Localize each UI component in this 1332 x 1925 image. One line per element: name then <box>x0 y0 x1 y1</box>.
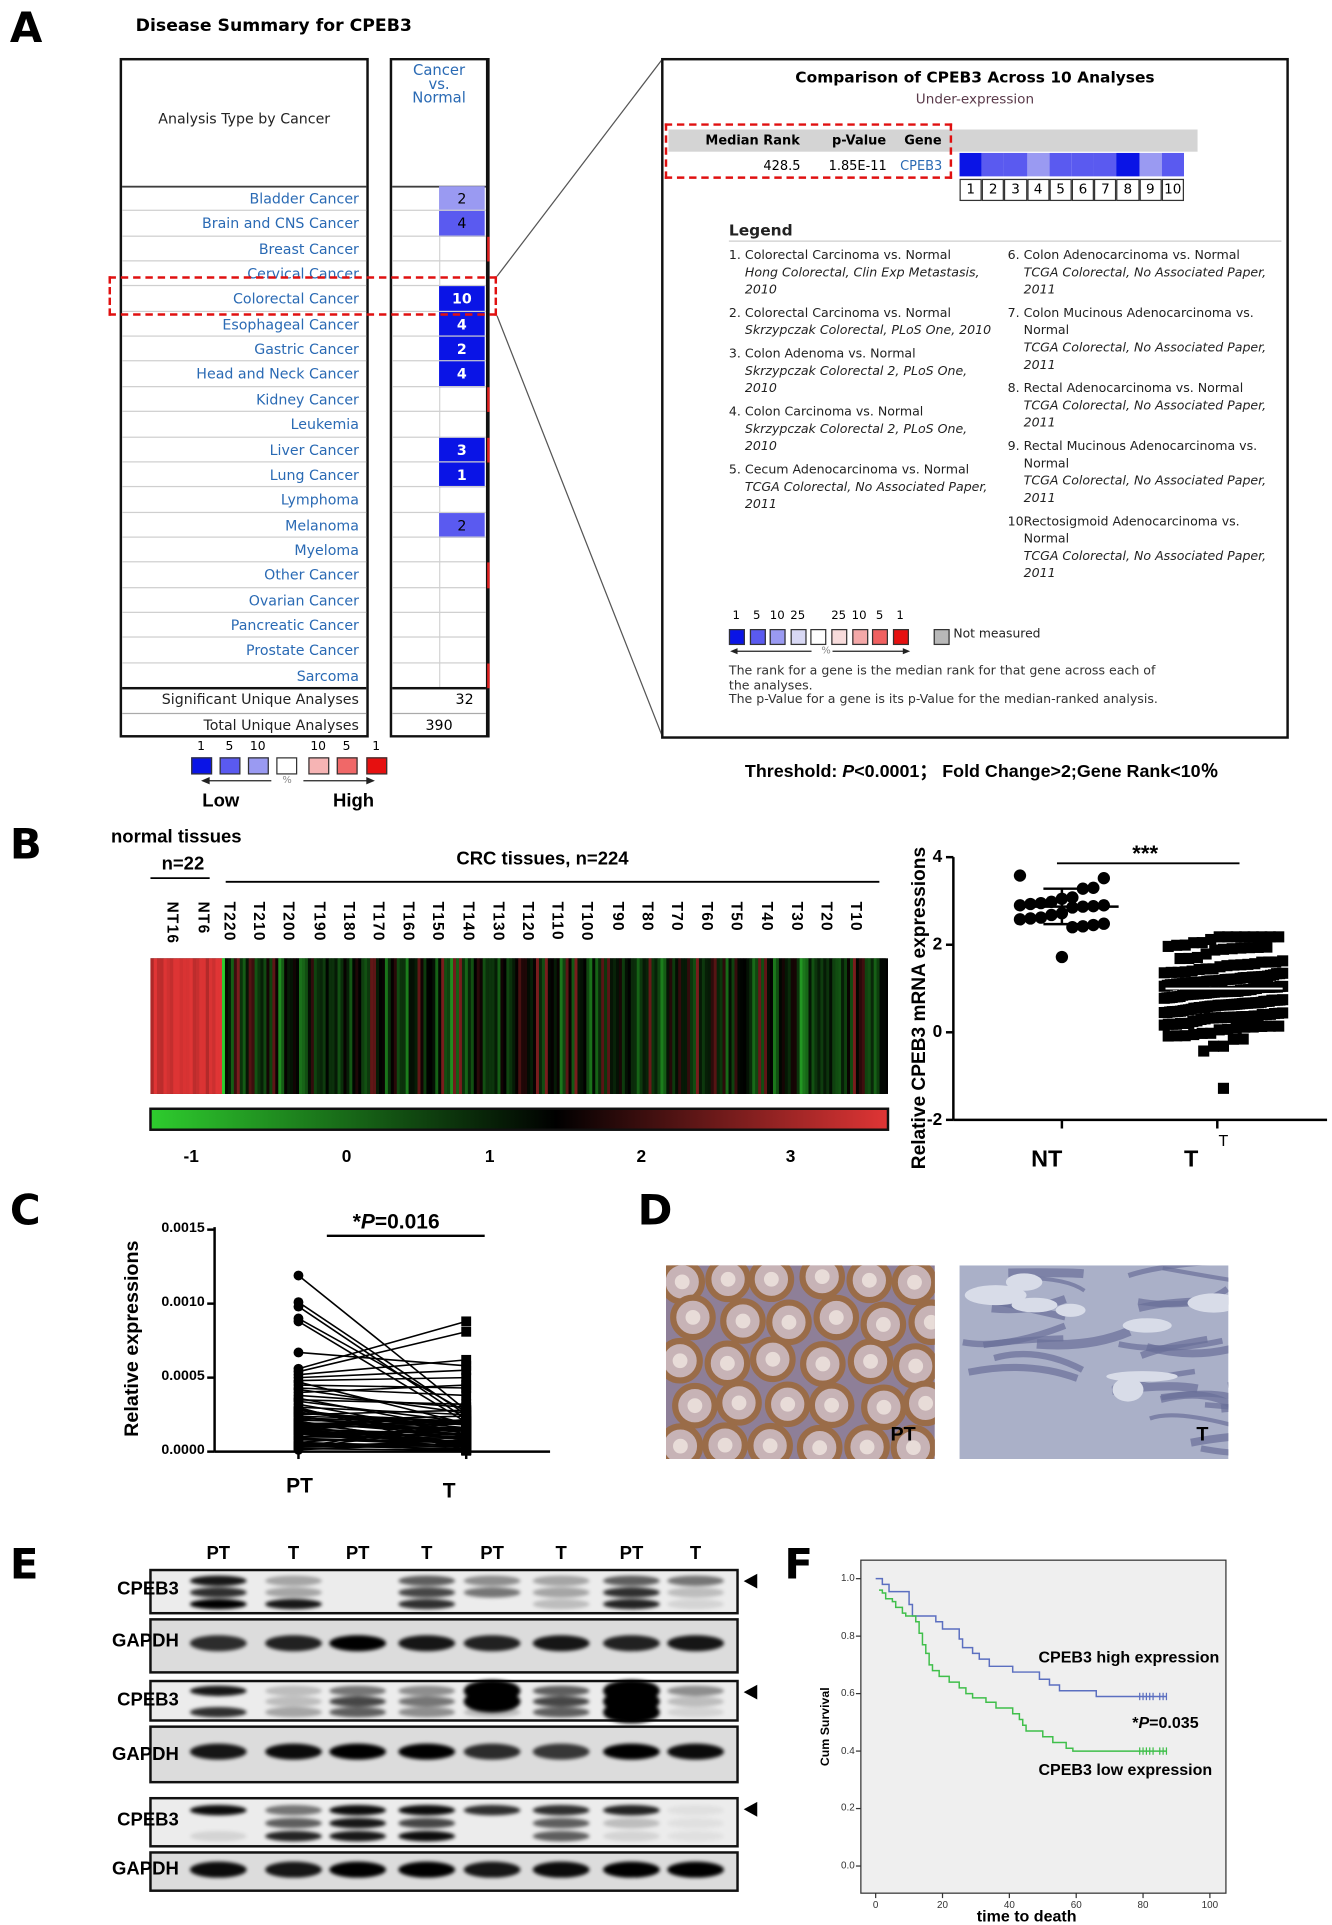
y-tick-label: 1.0 <box>841 1572 855 1583</box>
y-tick-label: 0.4 <box>841 1745 855 1756</box>
y-tick-label: 0.0 <box>841 1860 855 1871</box>
survival-plot-f <box>0 0 1332 1923</box>
p-value-annotation: *P=0.035 <box>1132 1713 1198 1732</box>
x-tick-label: 100 <box>1198 1899 1223 1910</box>
x-tick-label: 80 <box>1131 1899 1156 1910</box>
y-tick-label: 0.2 <box>841 1802 855 1813</box>
x-tick-label: 0 <box>863 1899 888 1910</box>
rest: =0.035 <box>1149 1713 1198 1732</box>
series-label-low: CPEB3 low expression <box>1038 1760 1212 1779</box>
y-tick-label: 0.6 <box>841 1687 855 1698</box>
y-axis-label: Cum Survival <box>819 1687 833 1766</box>
figure: ABCDEFDisease Summary for CPEB3Analysis … <box>0 0 1332 1923</box>
x-tick-label: 20 <box>930 1899 955 1910</box>
p: P <box>1138 1713 1149 1732</box>
series-label-high: CPEB3 high expression <box>1038 1648 1219 1667</box>
y-tick-label: 0.8 <box>841 1630 855 1641</box>
x-axis-label: time to death <box>977 1907 1077 1925</box>
